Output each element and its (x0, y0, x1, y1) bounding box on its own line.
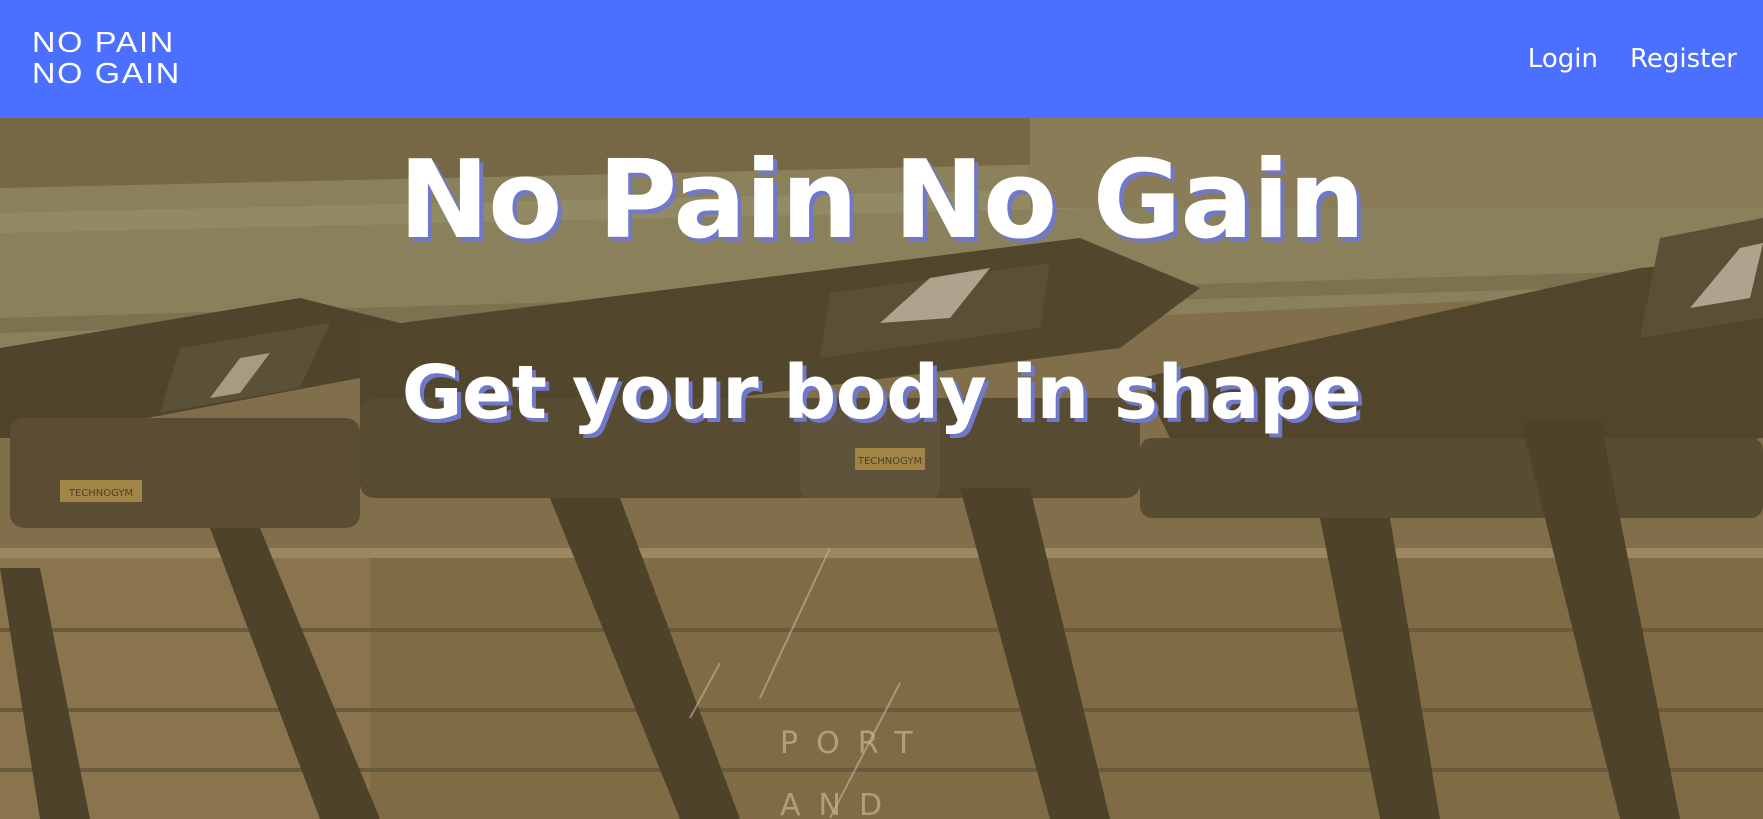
nav-links: Login Register (1528, 44, 1737, 74)
hero-section: TECHNOGYM TECHNOGYM PORT AND No Pain No … (0, 118, 1763, 819)
logo-line-1: NO PAIN (32, 27, 175, 59)
register-link[interactable]: Register (1630, 44, 1737, 74)
site-logo[interactable]: NO PAIN NO GAIN (32, 28, 181, 90)
login-link[interactable]: Login (1528, 44, 1598, 74)
hero-subtitle: Get your body in shape (401, 350, 1362, 436)
navbar: NO PAIN NO GAIN Login Register (0, 0, 1763, 118)
logo-line-2: NO GAIN (32, 58, 181, 90)
hero-title: No Pain No Gain (398, 138, 1365, 263)
